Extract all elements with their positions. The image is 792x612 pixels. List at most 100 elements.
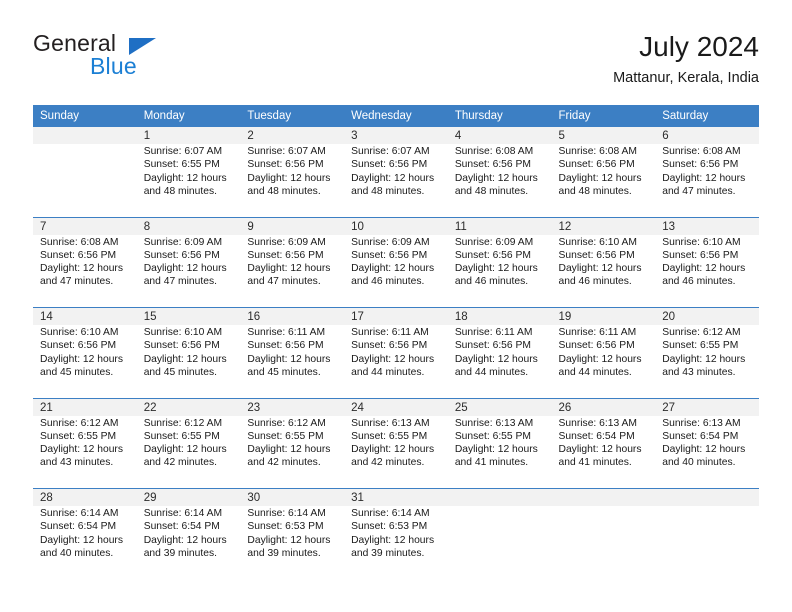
day-number[interactable]: 5 [551, 127, 656, 144]
sunrise-text: Sunrise: 6:13 AM [454, 417, 534, 429]
day-number[interactable]: 20 [655, 307, 759, 325]
day-number[interactable]: 25 [447, 397, 552, 416]
day-number[interactable]: 22 [136, 397, 241, 416]
sunset-text: Sunset: 6:54 PM [558, 430, 635, 442]
day-number[interactable]: 6 [655, 127, 759, 144]
daylight-2-text: and 45 minutes. [40, 366, 114, 378]
day-cell[interactable]: Sunrise: 6:09 AM Sunset: 6:56 PM Daylight:… [136, 234, 241, 308]
daylight-2-text: and 44 minutes. [558, 366, 632, 378]
day-number[interactable]: 28 [33, 488, 137, 506]
sunrise-text: Sunrise: 6:08 AM [40, 236, 119, 248]
day-number[interactable]: 1 [136, 127, 241, 144]
day-number[interactable]: 11 [447, 216, 552, 235]
day-number[interactable]: 24 [344, 397, 448, 416]
day-number[interactable]: 18 [447, 307, 552, 325]
page-header: General Blue July 2024 Mattanur, Kerala,… [33, 30, 759, 92]
day-cell[interactable]: Sunrise: 6:12 AM Sunset: 6:55 PM Daylight:… [33, 415, 137, 489]
week-info-row: Sunrise: 6:14 AM Sunset: 6:54 PM Daylight:… [33, 506, 759, 579]
calendar-body: 1 2 3 4 5 6 Sunrise: 6:07 AM Sunset: 6:55 PM Day… [33, 127, 759, 579]
day-number[interactable]: 3 [344, 127, 448, 144]
title-block: July 2024 Mattanur, Kerala, India [613, 30, 759, 89]
day-cell[interactable]: Sunrise: 6:08 AM Sunset: 6:56 PM Daylight:… [447, 144, 552, 217]
day-number[interactable]: 7 [33, 216, 137, 235]
day-cell[interactable]: Sunrise: 6:14 AM Sunset: 6:54 PM Daylight:… [33, 506, 137, 579]
sunset-text: Sunset: 6:56 PM [40, 340, 117, 352]
day-number[interactable]: 10 [344, 216, 448, 235]
day-cell[interactable]: Sunrise: 6:14 AM Sunset: 6:53 PM Daylight:… [344, 506, 448, 579]
day-number[interactable]: 2 [240, 127, 345, 144]
day-number[interactable]: 8 [136, 216, 241, 235]
day-number[interactable]: 21 [33, 397, 137, 416]
day-number[interactable]: 31 [344, 488, 448, 506]
day-cell[interactable]: Sunrise: 6:11 AM Sunset: 6:56 PM Daylight:… [344, 325, 448, 398]
sunset-text: Sunset: 6:56 PM [454, 159, 531, 171]
sunrise-text: Sunrise: 6:12 AM [143, 417, 223, 429]
sunset-text: Sunset: 6:56 PM [40, 249, 117, 261]
day-cell[interactable]: Sunrise: 6:09 AM Sunset: 6:56 PM Daylight:… [447, 234, 552, 308]
day-cell[interactable]: Sunrise: 6:13 AM Sunset: 6:54 PM Daylight:… [551, 415, 656, 489]
day-number-empty [447, 488, 552, 506]
day-cell[interactable]: Sunrise: 6:14 AM Sunset: 6:53 PM Daylight:… [240, 506, 345, 579]
day-cell[interactable]: Sunrise: 6:10 AM Sunset: 6:56 PM Daylight:… [551, 234, 656, 308]
sunrise-text: Sunrise: 6:11 AM [558, 327, 637, 338]
day-number[interactable]: 9 [240, 216, 345, 235]
day-number[interactable]: 16 [240, 307, 345, 325]
day-number[interactable]: 14 [33, 307, 137, 325]
daylight-1-text: Daylight: 12 hours [351, 444, 435, 456]
day-number[interactable]: 19 [551, 307, 656, 325]
sunrise-text: Sunrise: 6:14 AM [143, 508, 223, 519]
day-cell[interactable]: Sunrise: 6:13 AM Sunset: 6:55 PM Daylight:… [344, 415, 448, 489]
daylight-1-text: Daylight: 12 hours [247, 263, 331, 275]
day-number[interactable]: 29 [136, 488, 241, 506]
day-number[interactable]: 13 [655, 216, 759, 235]
day-cell[interactable]: Sunrise: 6:11 AM Sunset: 6:56 PM Daylight:… [240, 325, 345, 398]
daylight-2-text: and 44 minutes. [454, 366, 529, 378]
day-cell[interactable]: Sunrise: 6:07 AM Sunset: 6:56 PM Daylight:… [344, 144, 448, 217]
day-cell[interactable]: Sunrise: 6:10 AM Sunset: 6:56 PM Daylight:… [33, 325, 137, 398]
day-number[interactable]: 30 [240, 488, 345, 506]
day-cell-empty [447, 506, 552, 579]
daylight-1-text: Daylight: 12 hours [351, 263, 435, 275]
day-number[interactable]: 12 [551, 216, 656, 235]
sunset-text: Sunset: 6:54 PM [662, 430, 739, 442]
day-cell[interactable]: Sunrise: 6:09 AM Sunset: 6:56 PM Daylight:… [344, 234, 448, 308]
day-number[interactable]: 4 [447, 127, 552, 144]
day-cell[interactable]: Sunrise: 6:14 AM Sunset: 6:54 PM Daylight:… [136, 506, 241, 579]
day-cell[interactable]: Sunrise: 6:11 AM Sunset: 6:56 PM Daylight:… [447, 325, 552, 398]
day-number-empty [655, 488, 759, 506]
day-cell[interactable]: Sunrise: 6:09 AM Sunset: 6:56 PM Daylight:… [240, 234, 345, 308]
weekday-header-wednesday: Wednesday [344, 105, 448, 127]
day-cell[interactable]: Sunrise: 6:12 AM Sunset: 6:55 PM Daylight:… [240, 415, 345, 489]
sunset-text: Sunset: 6:56 PM [247, 159, 324, 171]
daylight-1-text: Daylight: 12 hours [247, 444, 331, 456]
daylight-2-text: and 40 minutes. [662, 457, 736, 469]
daylight-2-text: and 46 minutes. [558, 276, 632, 288]
sunrise-text: Sunrise: 6:10 AM [40, 327, 119, 338]
day-number[interactable]: 17 [344, 307, 448, 325]
day-cell[interactable]: Sunrise: 6:10 AM Sunset: 6:56 PM Daylight:… [655, 234, 759, 308]
day-cell[interactable]: Sunrise: 6:07 AM Sunset: 6:55 PM Daylight:… [136, 144, 241, 217]
weekday-header-friday: Friday [551, 105, 656, 127]
daylight-2-text: and 42 minutes. [351, 457, 425, 469]
day-cell[interactable]: Sunrise: 6:12 AM Sunset: 6:55 PM Daylight:… [136, 415, 241, 489]
sunset-text: Sunset: 6:56 PM [558, 159, 635, 171]
daylight-1-text: Daylight: 12 hours [558, 263, 642, 275]
day-cell[interactable]: Sunrise: 6:07 AM Sunset: 6:56 PM Daylight:… [240, 144, 345, 217]
daylight-1-text: Daylight: 12 hours [454, 444, 538, 456]
day-cell[interactable]: Sunrise: 6:12 AM Sunset: 6:55 PM Daylight:… [655, 325, 759, 398]
day-number[interactable]: 26 [551, 397, 656, 416]
day-cell[interactable]: Sunrise: 6:08 AM Sunset: 6:56 PM Daylight:… [33, 234, 137, 308]
sunset-text: Sunset: 6:56 PM [143, 340, 220, 352]
day-cell[interactable]: Sunrise: 6:13 AM Sunset: 6:55 PM Daylight:… [447, 415, 552, 489]
day-number[interactable]: 23 [240, 397, 345, 416]
day-number[interactable]: 15 [136, 307, 241, 325]
sunrise-text: Sunrise: 6:14 AM [40, 508, 119, 519]
day-cell[interactable]: Sunrise: 6:08 AM Sunset: 6:56 PM Daylight:… [551, 144, 656, 217]
day-cell[interactable]: Sunrise: 6:08 AM Sunset: 6:56 PM Daylight:… [655, 144, 759, 217]
day-cell[interactable]: Sunrise: 6:11 AM Sunset: 6:56 PM Daylight:… [551, 325, 656, 398]
day-cell[interactable]: Sunrise: 6:10 AM Sunset: 6:56 PM Daylight:… [136, 325, 241, 398]
day-number[interactable]: 27 [655, 397, 759, 416]
sunrise-text: Sunrise: 6:12 AM [247, 417, 326, 429]
week-info-row: Sunrise: 6:12 AM Sunset: 6:55 PM Daylight:… [33, 415, 759, 489]
day-cell[interactable]: Sunrise: 6:13 AM Sunset: 6:54 PM Daylight:… [655, 415, 759, 489]
